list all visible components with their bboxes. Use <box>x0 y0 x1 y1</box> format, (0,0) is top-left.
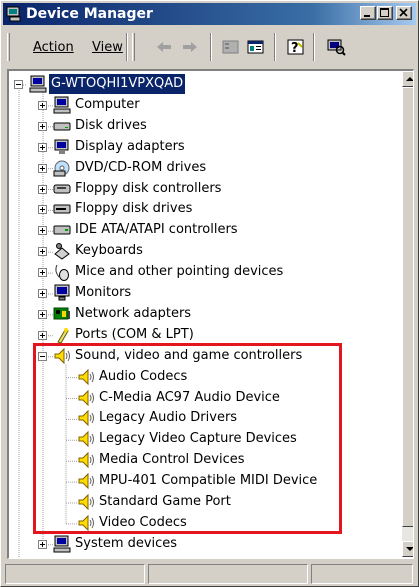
toolbar: Action View ? <box>3 28 416 66</box>
window-title: Device Manager <box>26 6 153 22</box>
status-pane <box>5 564 145 584</box>
expand-toggle[interactable] <box>38 226 47 236</box>
toolbar-separator <box>210 33 212 61</box>
expand-toggle[interactable] <box>38 121 47 131</box>
tree-category[interactable]: Mice and other pointing devices <box>9 262 402 282</box>
display-adapter-icon <box>53 138 71 156</box>
expand-toggle[interactable] <box>38 184 47 194</box>
expand-toggle[interactable] <box>38 247 47 257</box>
ide-controller-icon <box>53 221 71 239</box>
vertical-scrollbar[interactable] <box>402 71 413 557</box>
svg-text:?: ? <box>291 41 299 56</box>
tree-item-label: Monitors <box>75 285 132 300</box>
toolbar-separator <box>274 33 276 61</box>
tree-category[interactable]: Display adapters <box>9 137 402 157</box>
device-manager-icon <box>6 6 22 22</box>
minimize-button[interactable] <box>360 6 376 20</box>
status-pane <box>311 564 413 584</box>
scroll-down-button[interactable] <box>402 541 413 557</box>
expand-toggle[interactable] <box>38 330 47 340</box>
tree-item-label: System devices <box>75 535 178 551</box>
keyboard-icon <box>53 242 71 260</box>
scan-hardware-icon[interactable] <box>325 37 347 57</box>
tree-item-label: Mice and other pointing devices <box>75 264 284 280</box>
menu-view[interactable]: View <box>92 40 123 55</box>
toolbar-grip[interactable] <box>7 33 10 61</box>
status-pane <box>148 564 308 584</box>
tree-root[interactable]: G-WTOQHI1VPXQAD <box>9 74 402 94</box>
port-icon <box>53 326 71 344</box>
title-bar[interactable]: Device Manager <box>3 3 416 25</box>
computer-icon <box>53 96 71 114</box>
expand-toggle[interactable] <box>38 289 47 298</box>
help-icon[interactable]: ? <box>285 37 307 57</box>
expand-toggle[interactable] <box>38 205 47 215</box>
disk-drive-icon <box>53 117 71 135</box>
tree-category[interactable]: Monitors <box>9 283 402 303</box>
properties-icon[interactable] <box>245 37 267 57</box>
scroll-up-button[interactable] <box>402 71 413 87</box>
close-button[interactable] <box>396 6 412 20</box>
tree-category[interactable]: Keyboards <box>9 241 402 261</box>
tree-item-label: IDE ATA/ATAPI controllers <box>75 222 238 238</box>
collapse-toggle[interactable] <box>14 80 23 89</box>
tree-category[interactable]: Computer <box>9 95 402 115</box>
mouse-icon <box>53 263 71 282</box>
tree-item-label: Network adapters <box>75 305 192 321</box>
cdrom-icon <box>53 159 71 177</box>
tree-category[interactable]: IDE ATA/ATAPI controllers <box>9 220 402 240</box>
expand-toggle[interactable] <box>38 142 47 152</box>
back-arrow-icon[interactable] <box>153 37 175 57</box>
tree-item-label: DVD/CD-ROM drives <box>75 159 207 175</box>
tree-category[interactable]: Floppy disk drives <box>9 199 402 219</box>
maximize-button[interactable] <box>377 6 393 20</box>
menu-action[interactable]: Action <box>33 40 74 55</box>
expand-toggle[interactable] <box>38 309 47 319</box>
expand-toggle[interactable] <box>38 163 47 173</box>
tree-item-label: Computer <box>75 96 140 112</box>
scroll-thumb[interactable] <box>402 87 413 527</box>
tree-category[interactable]: System devices <box>9 534 402 554</box>
tree-item-label: Display adapters <box>75 138 185 154</box>
status-bar <box>3 562 416 584</box>
tree-item-label: Keyboards <box>75 243 143 259</box>
device-manager-window: Device Manager Action View ? G-WTOQHI1VP… <box>0 0 419 587</box>
tree-item-label: Disk drives <box>75 117 147 133</box>
system-devices-icon <box>53 535 71 553</box>
tree-category[interactable]: Floppy disk controllers <box>9 179 402 199</box>
forward-arrow-icon[interactable] <box>179 37 201 57</box>
tree-category[interactable]: DVD/CD-ROM drives <box>9 158 402 178</box>
floppy-drive-icon <box>53 200 71 218</box>
floppy-controller-icon <box>53 180 71 198</box>
network-adapter-icon <box>53 305 71 323</box>
annotation-highlight-box <box>33 343 342 534</box>
expand-toggle[interactable] <box>38 268 47 278</box>
tree-item-label: G-WTOQHI1VPXQAD <box>49 74 186 94</box>
computer-icon <box>29 75 47 93</box>
tree-category[interactable]: Network adapters <box>9 304 402 324</box>
toolbar-grip[interactable] <box>132 33 135 61</box>
monitor-icon <box>53 284 71 302</box>
tree-view-icon[interactable] <box>220 37 242 57</box>
tree-item-label: Floppy disk drives <box>75 201 193 217</box>
toolbar-separator <box>126 33 128 61</box>
tree-category[interactable]: Disk drives <box>9 116 402 136</box>
tree-item-label: Floppy disk controllers <box>75 180 222 196</box>
expand-toggle[interactable] <box>38 539 47 549</box>
tree-item-label: Ports (COM & LPT) <box>75 326 194 342</box>
expand-toggle[interactable] <box>38 100 47 110</box>
toolbar-separator <box>313 33 315 61</box>
tree-category[interactable]: Ports (COM & LPT) <box>9 325 402 345</box>
